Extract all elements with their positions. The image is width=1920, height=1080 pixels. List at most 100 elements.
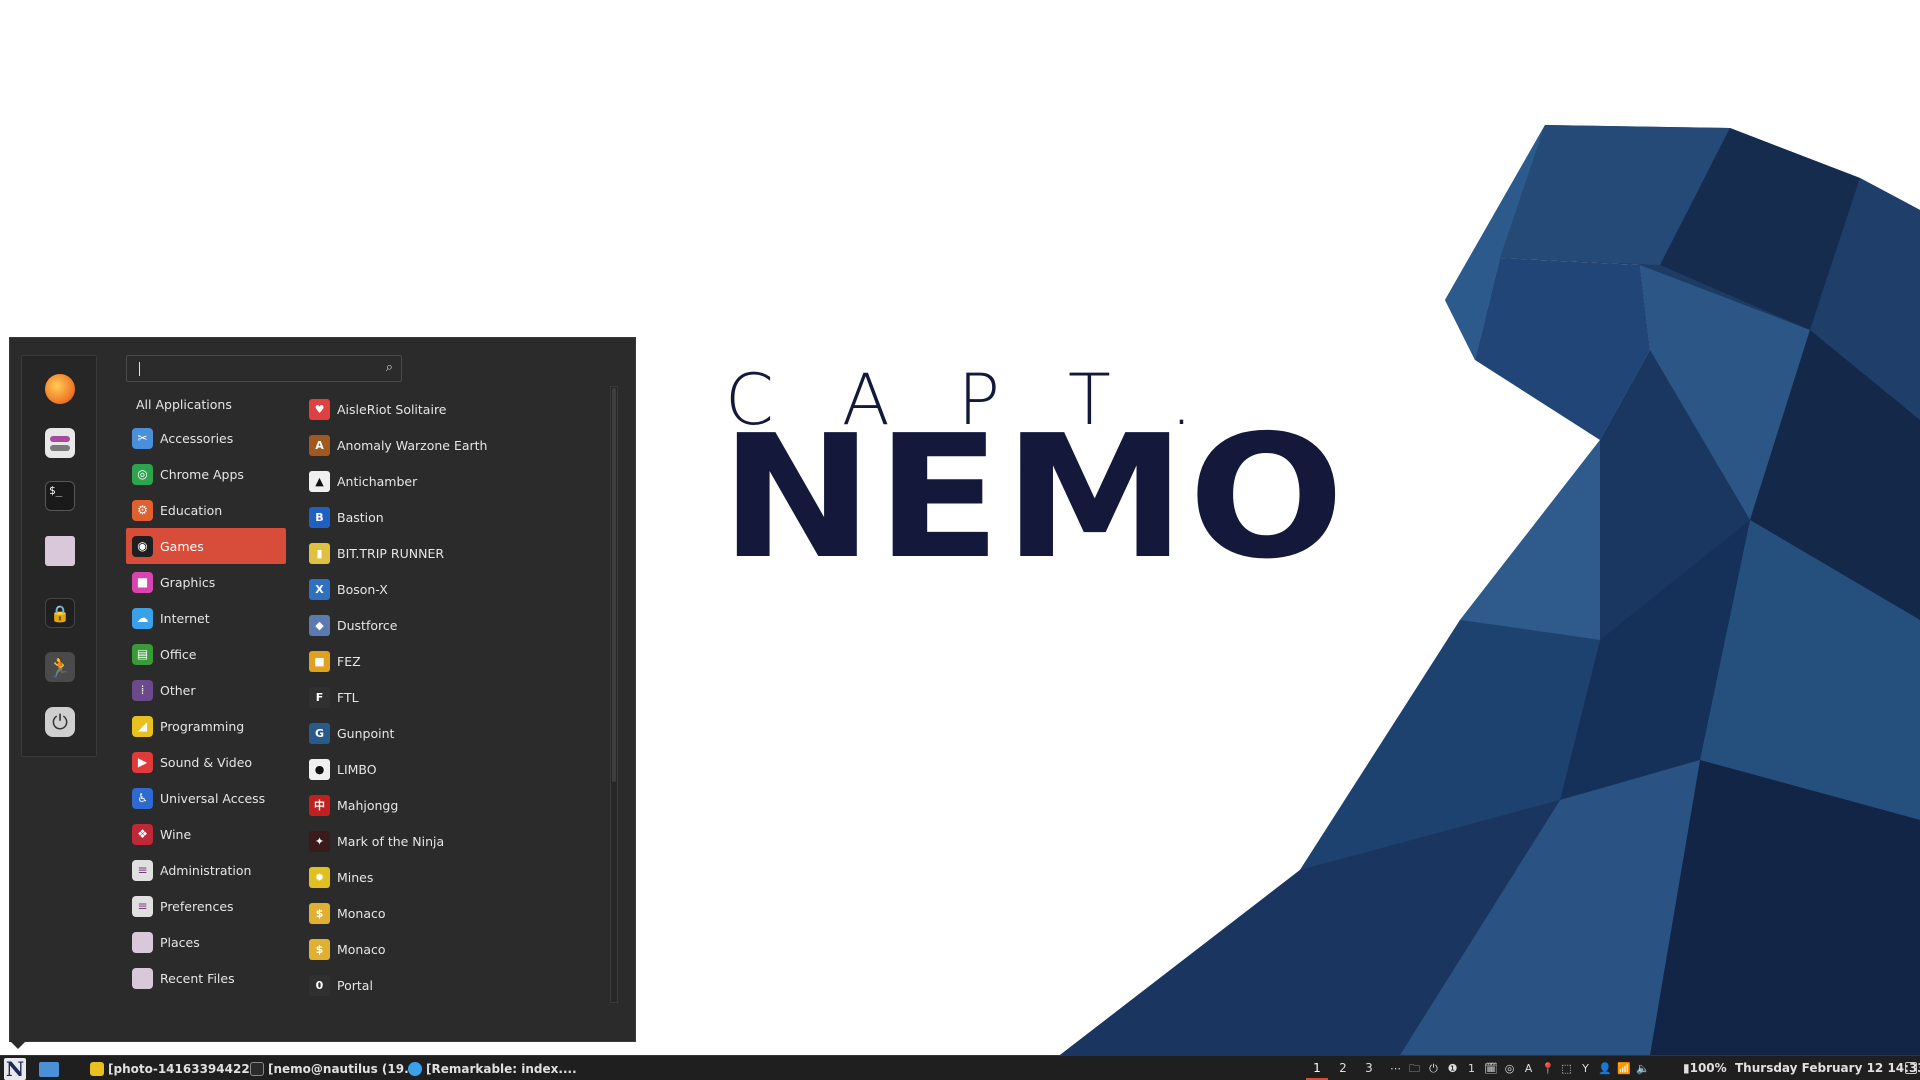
lock-screen-icon[interactable]: 🔒 <box>45 598 75 628</box>
menu-button[interactable]: N <box>4 1057 26 1080</box>
app-item[interactable]: $ Monaco <box>300 931 600 967</box>
show-desktop-icon[interactable] <box>39 1062 59 1077</box>
power-icon[interactable]: ⏻ <box>45 707 75 737</box>
window-button-remarkable[interactable]: [Remarkable: index.... <box>408 1056 577 1080</box>
category-office[interactable]: ▤ Office <box>126 636 286 672</box>
app-icon: B <box>309 506 330 528</box>
app-item[interactable]: 中 Mahjongg <box>300 787 600 823</box>
app-item[interactable]: ▲ Antichamber <box>300 463 600 499</box>
app-item[interactable]: ✹ Mines <box>300 859 600 895</box>
firefox-icon[interactable] <box>45 374 75 404</box>
battery-icon: ▮ <box>1683 1061 1690 1075</box>
category-sound-video[interactable]: ▶ Sound & Video <box>126 744 286 780</box>
workspace-2[interactable]: 2 <box>1332 1056 1354 1080</box>
category-label: Accessories <box>160 430 234 446</box>
category-places[interactable]: Places <box>126 924 286 960</box>
files-icon[interactable] <box>45 536 75 566</box>
category-chrome-apps[interactable]: ◎ Chrome Apps <box>126 456 286 492</box>
category-icon: ❖ <box>132 823 153 845</box>
app-icon: ▮ <box>309 542 330 564</box>
search-input[interactable] <box>131 358 371 379</box>
app-item[interactable]: A Anomaly Warzone Earth <box>300 427 600 463</box>
window-button-photo[interactable]: [photo-14163394422... <box>90 1056 263 1080</box>
category-label: Sound & Video <box>160 754 253 770</box>
app-icon: A <box>309 434 330 456</box>
app-label: Mark of the Ninja <box>337 833 445 849</box>
tray-icon[interactable]: Y <box>1579 1062 1592 1075</box>
terminal-icon <box>250 1061 264 1076</box>
clock[interactable]: Thursday February 12 14:33 <box>1735 1056 1920 1080</box>
logout-icon[interactable]: 🏃 <box>45 652 75 682</box>
tray-icon[interactable]: 📶 <box>1617 1062 1631 1075</box>
category-label: Places <box>160 934 200 950</box>
tray-icon[interactable]: ⋯ <box>1389 1062 1402 1075</box>
application-menu: $_ 🔒 🏃 ⏻ ⌕ All Applications ✂ Accessories… <box>9 337 636 1042</box>
system-settings-icon[interactable] <box>45 428 75 458</box>
tray-icon[interactable]: 1 <box>1465 1062 1478 1075</box>
tray-icon[interactable]: 📍 <box>1541 1062 1555 1075</box>
app-item[interactable]: ♥ AisleRiot Solitaire <box>300 391 600 427</box>
category-all-applications[interactable]: All Applications <box>126 390 286 420</box>
app-icon: ✹ <box>309 866 330 888</box>
window-button-terminal[interactable]: [nemo@nautilus (19... <box>250 1056 418 1080</box>
tray-icon[interactable]: A <box>1522 1062 1535 1075</box>
menu-pointer <box>9 1040 27 1049</box>
tray-icon[interactable]: ⏻ <box>1427 1062 1440 1075</box>
app-label: LIMBO <box>337 761 377 777</box>
category-accessories[interactable]: ✂ Accessories <box>126 420 286 456</box>
tray-icon[interactable]: 🗀 <box>1408 1062 1421 1075</box>
category-administration[interactable]: ≡ Administration <box>126 852 286 888</box>
app-item[interactable]: $ Monaco <box>300 895 600 931</box>
favorites-sidebar: $_ 🔒 🏃 ⏻ <box>21 355 97 757</box>
tray-icon[interactable]: ⬚ <box>1560 1062 1573 1075</box>
battery-percent: 100% <box>1689 1061 1727 1075</box>
tray-icon[interactable]: ❶ <box>1446 1062 1459 1075</box>
app-label: Monaco <box>337 905 386 921</box>
tray-icon[interactable]: ◎ <box>1503 1062 1516 1075</box>
app-icon: X <box>309 578 330 600</box>
app-icon: ♥ <box>309 398 330 420</box>
tray-icon[interactable]: 🗓 <box>1484 1062 1498 1075</box>
app-list-scrollbar[interactable] <box>610 386 618 1003</box>
category-games[interactable]: ◉ Games <box>126 528 286 564</box>
tray-icon[interactable]: 👤 <box>1598 1062 1612 1075</box>
image-viewer-icon <box>90 1061 104 1076</box>
app-label: FTL <box>337 689 359 705</box>
category-recent-files[interactable]: Recent Files <box>126 960 286 996</box>
category-label: Education <box>160 502 223 518</box>
category-universal-access[interactable]: ♿ Universal Access <box>126 780 286 816</box>
app-label: Gunpoint <box>337 725 395 741</box>
app-label: Monaco <box>337 941 386 957</box>
category-icon: ♿ <box>132 787 153 809</box>
scrollbar-thumb[interactable] <box>612 388 616 782</box>
app-item[interactable]: 0 Portal <box>300 967 600 1003</box>
app-item[interactable]: ▮ BIT.TRIP RUNNER <box>300 535 600 571</box>
category-other[interactable]: ⁞ Other <box>126 672 286 708</box>
search-icon[interactable]: ⌕ <box>386 360 393 375</box>
workspace-3[interactable]: 3 <box>1358 1056 1380 1080</box>
app-label: Mines <box>337 869 374 885</box>
app-item[interactable]: X Boson-X <box>300 571 600 607</box>
app-item[interactable]: F FTL <box>300 679 600 715</box>
app-item[interactable]: G Gunpoint <box>300 715 600 751</box>
app-item[interactable]: ■ FEZ <box>300 643 600 679</box>
window-title: [nemo@nautilus (19... <box>268 1061 418 1076</box>
category-list: All Applications ✂ Accessories ◎ Chrome App… <box>126 390 286 996</box>
app-item[interactable]: ◆ Dustforce <box>300 607 600 643</box>
app-label: Boson-X <box>337 581 388 597</box>
workspace-1[interactable]: 1 <box>1306 1056 1328 1080</box>
category-preferences[interactable]: ≡ Preferences <box>126 888 286 924</box>
category-wine[interactable]: ❖ Wine <box>126 816 286 852</box>
category-education[interactable]: ⚙ Education <box>126 492 286 528</box>
terminal-icon[interactable]: $_ <box>45 481 75 511</box>
category-label: Universal Access <box>160 790 266 806</box>
app-item[interactable]: ✦ Mark of the Ninja <box>300 823 600 859</box>
tray-icon[interactable]: 🔈 <box>1636 1062 1650 1075</box>
category-internet[interactable]: ☁ Internet <box>126 600 286 636</box>
notifications-icon[interactable] <box>1905 1062 1917 1074</box>
category-programming[interactable]: ◢ Programming <box>126 708 286 744</box>
app-item[interactable]: B Bastion <box>300 499 600 535</box>
app-item[interactable]: ● LIMBO <box>300 751 600 787</box>
battery-indicator[interactable]: ▮100% <box>1683 1056 1727 1080</box>
category-graphics[interactable]: ■ Graphics <box>126 564 286 600</box>
